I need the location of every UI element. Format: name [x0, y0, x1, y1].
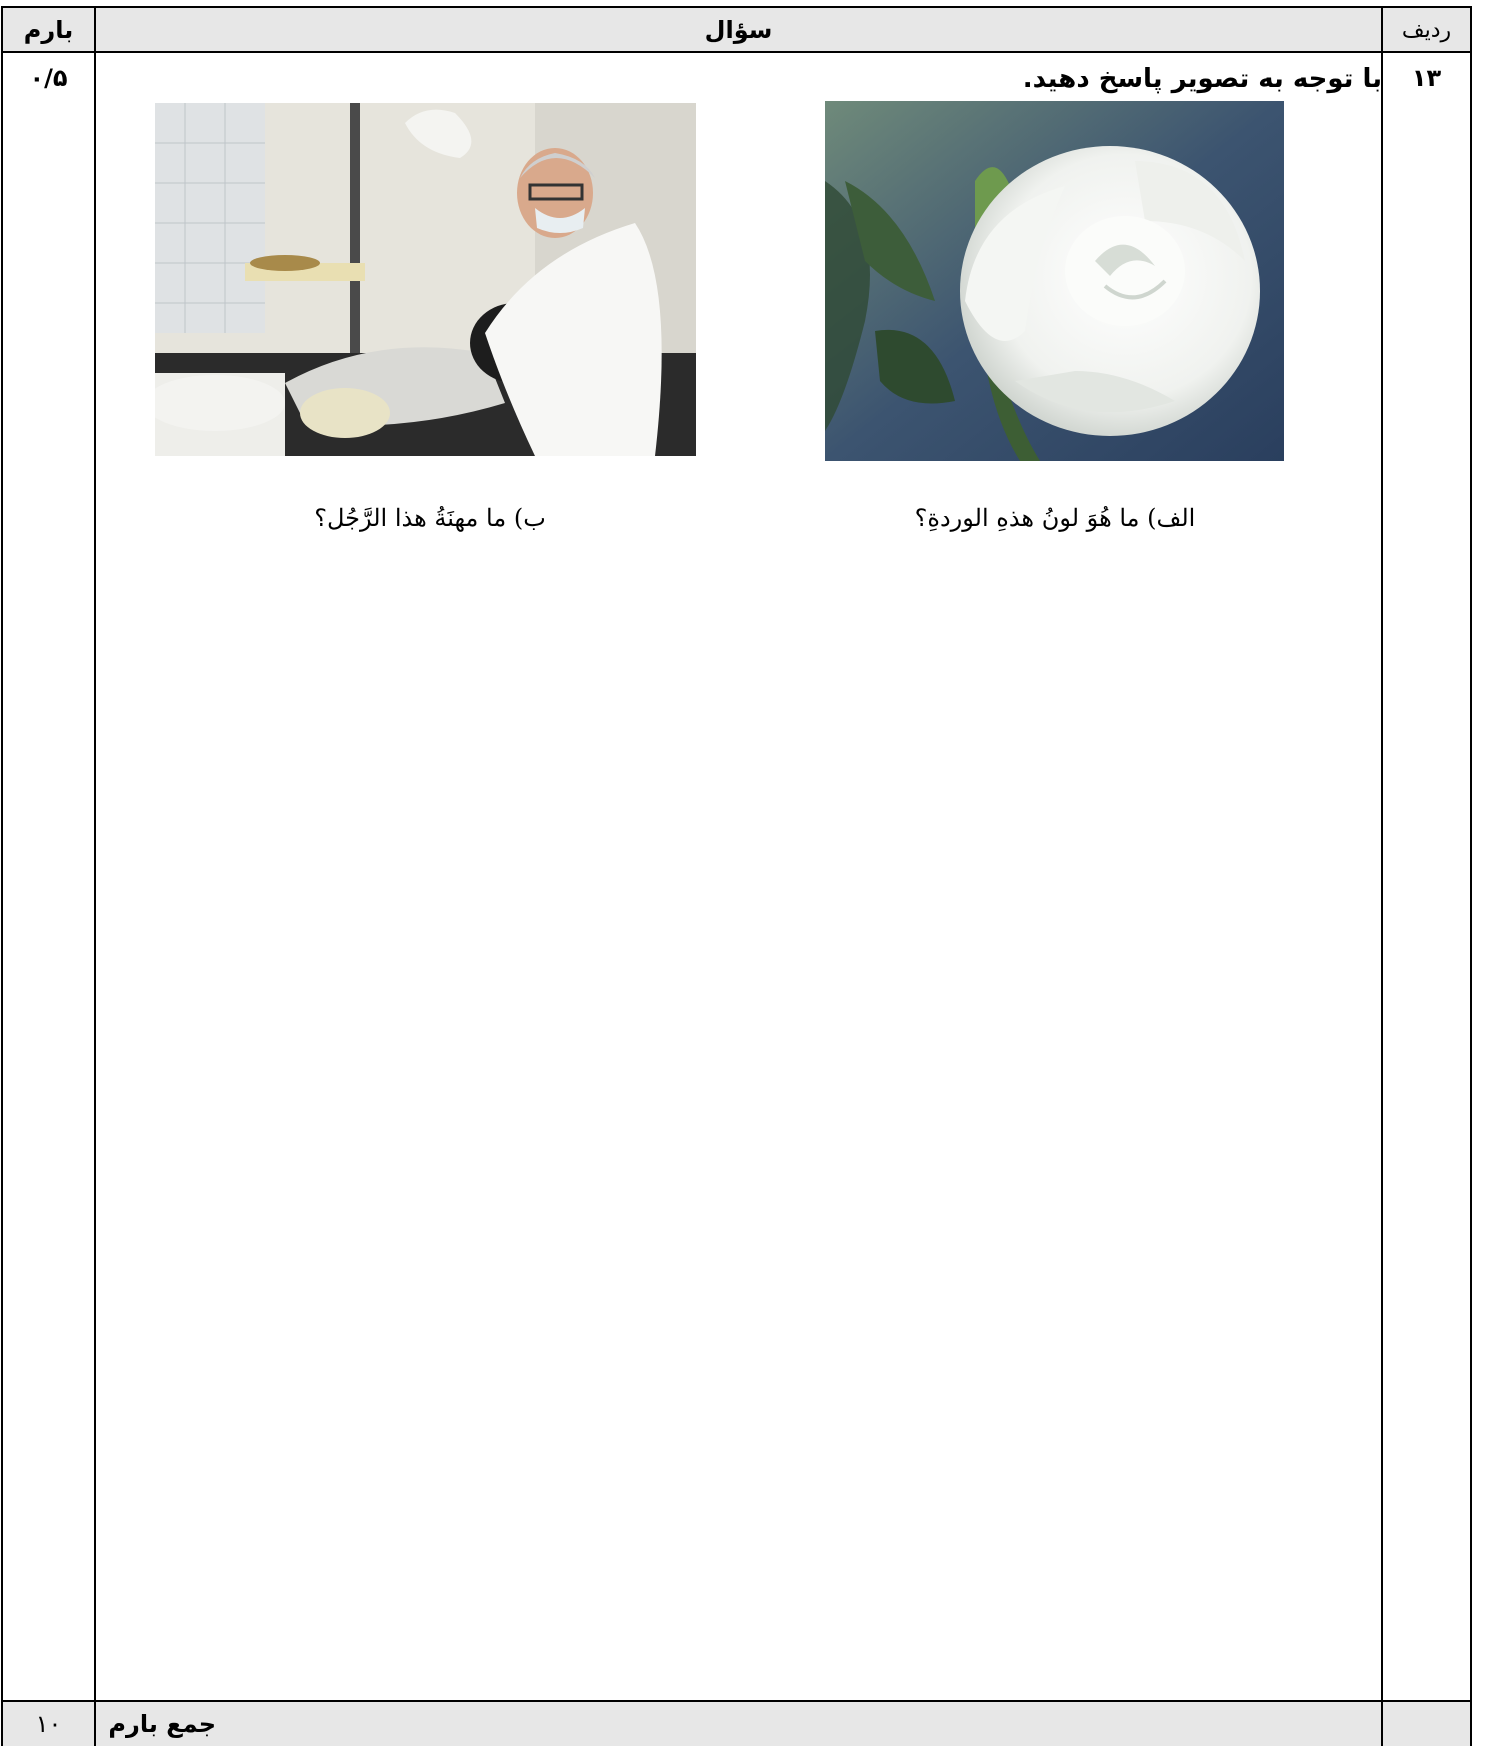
score-value: ۰/۵	[29, 64, 68, 92]
question-instruction: با توجه به تصویر پاسخ دهید.	[1022, 64, 1382, 94]
question-part-b: ب) ما مهنَةُ هذا الرَّجُل؟	[314, 504, 546, 532]
total-score-value: ۱۰	[35, 1710, 62, 1738]
row-column-divider	[1381, 6, 1383, 1746]
row-number: ۱۳	[1411, 64, 1442, 92]
total-score-label: جمع بارم	[108, 1710, 216, 1738]
dentist-image	[155, 103, 696, 456]
score-header: بارم	[23, 16, 74, 44]
question-part-a: الف) ما هُوَ لونُ هذهِ الوردةِ؟	[914, 504, 1196, 532]
row-header: ردیف	[1401, 17, 1452, 43]
footer-divider	[1, 1700, 1472, 1702]
white-rose-image	[825, 101, 1284, 461]
score-column-divider	[94, 6, 96, 1746]
question-header: سؤال	[704, 16, 773, 44]
